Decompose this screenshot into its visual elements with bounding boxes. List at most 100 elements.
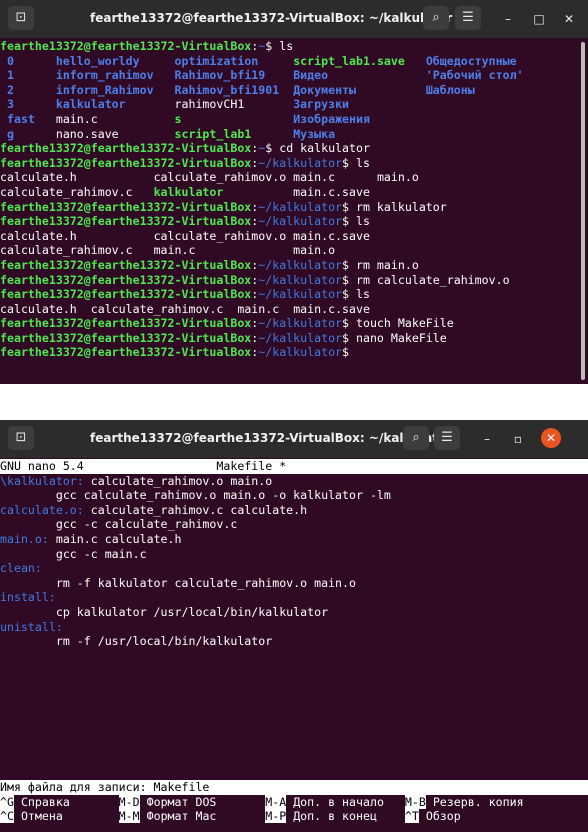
makefile-command: gcc -c main.c — [0, 546, 147, 561]
shortcut-key: ^G — [0, 794, 14, 809]
makefile-line: gcc -c main.c — [0, 547, 588, 562]
nano-header: GNU nano 5.4 Makefile * — [0, 459, 588, 474]
ls-entry: main.c.save — [293, 301, 370, 316]
ls-entry: Музыка — [293, 126, 426, 141]
makefile-target: calculate.o: — [0, 502, 84, 517]
prompt-path: ~/kalkulator — [258, 199, 343, 214]
ls-entry: Загрузки — [293, 97, 426, 112]
makefile-line: rm -f kalkulator calculate_rahimov.o mai… — [0, 576, 588, 591]
ls-entry: calculate.h — [0, 170, 154, 185]
prompt-user-host: fearthe13372@fearthe13372-VirtualBox — [0, 345, 252, 360]
shortcut-label: Обзор — [418, 809, 461, 824]
terminal-output[interactable]: fearthe13372@fearthe13372-VirtualBox:~$ … — [0, 38, 588, 384]
command-text: ls — [272, 39, 294, 53]
minimize-button[interactable]: – — [497, 8, 519, 30]
prompt-dollar: $ — [342, 214, 350, 229]
prompt-dollar: $ — [342, 287, 350, 302]
ls-entry: Шаблоны — [425, 82, 538, 97]
shortcut-label: Формат Mac — [139, 809, 266, 824]
ls-output-row: 0 hello_worldy optimization script_lab1.… — [0, 54, 588, 69]
filename-prompt[interactable]: Имя файла для записи: Makefile — [0, 780, 588, 795]
prompt-dollar: $ — [342, 199, 350, 214]
ls-entry: calculate.h — [0, 301, 91, 316]
new-tab-icon[interactable]: ⊡ — [8, 6, 34, 30]
ls-entry: optimization — [174, 53, 294, 68]
ls-output-row: 3 kalkulator rahimovCH1 Загрузки — [0, 97, 588, 112]
ls-entry: Изображения — [293, 111, 426, 126]
scrollbar[interactable] — [581, 42, 585, 380]
ls-entry: Общедоступные — [425, 53, 538, 68]
ls-entry: main.c — [293, 170, 377, 185]
ls-entry: kalkulator — [153, 184, 294, 199]
command-text: ls — [349, 155, 370, 170]
makefile-line: cp kalkulator /usr/local/bin/kalkulator — [0, 605, 588, 620]
ls-entry — [426, 127, 538, 141]
ls-entry: main.c.save — [293, 184, 377, 199]
ls-entry: calculate.h — [0, 228, 154, 243]
ls-entry: nano.save — [55, 126, 175, 141]
prompt-dollar: $ — [342, 345, 350, 360]
search-icon[interactable]: ⌕ — [403, 426, 429, 450]
prompt-path: ~/kalkulator — [258, 272, 343, 287]
makefile-target: install: — [0, 590, 56, 605]
prompt-line: fearthe13372@fearthe13372-VirtualBox:~/k… — [0, 345, 588, 360]
ls-entry: calculate_rahimov.c — [90, 301, 238, 316]
ls-entry: main.c — [237, 301, 294, 316]
window-title: fearthe13372@fearthe13372-VirtualBox: ~/… — [90, 431, 453, 445]
prompt-line: fearthe13372@fearthe13372-VirtualBox:~$ … — [0, 141, 588, 156]
close-button[interactable]: ✕ — [558, 8, 580, 30]
nano-editor[interactable]: GNU nano 5.4 Makefile * \kalkulator: cal… — [0, 458, 588, 832]
ls-entry: g — [0, 126, 56, 141]
makefile-command: rm -f kalkulator calculate_rahimov.o mai… — [0, 575, 356, 590]
ls-entry: inform_rahimov — [55, 68, 175, 83]
prompt-user-host: fearthe13372@fearthe13372-VirtualBox — [0, 39, 252, 53]
command-text: ls — [349, 214, 370, 229]
prompt-path: ~/kalkulator — [258, 214, 343, 229]
command-text: rm calculate_rahimov.o — [349, 272, 510, 287]
ls-entry: calculate_rahimov.o — [153, 228, 294, 243]
ls-output-row: g nano.save script_lab1 Музыка — [0, 127, 588, 142]
makefile-line: rm -f /usr/local/bin/kalkulator — [0, 634, 588, 649]
prompt-dollar: $ — [342, 155, 350, 170]
shortcut-label: Резерв. копия — [425, 794, 524, 809]
prompt-path: ~/kalkulator — [258, 155, 343, 170]
maximize-button[interactable]: ▫ — [507, 428, 529, 450]
prompt-user-host: fearthe13372@fearthe13372-VirtualBox — [0, 272, 252, 287]
makefile-target: unistall: — [0, 619, 63, 634]
prompt-dollar: $ — [342, 257, 350, 272]
nano-buffer[interactable]: \kalkulator: calculate_rahimov.o main.o … — [0, 474, 588, 649]
makefile-line: main.o: main.c calculate.h — [0, 532, 588, 547]
prompt-user-host: fearthe13372@fearthe13372-VirtualBox — [0, 287, 252, 302]
ls-entry: hello_worldy — [55, 53, 175, 68]
makefile-deps: calculate_rahimov.o main.o — [83, 473, 273, 488]
ls-entry: main.c — [55, 111, 175, 126]
prompt-path: ~/kalkulator — [258, 287, 343, 302]
shortcut-row: ^C Отмена M-M Формат Mac M-P Доп. в коне… — [0, 809, 588, 824]
command-text: touch MakeFile — [349, 316, 454, 331]
new-tab-icon[interactable]: ⊡ — [8, 426, 34, 450]
close-button[interactable]: ✕ — [541, 428, 561, 448]
prompt-dollar: $ — [342, 316, 350, 331]
shortcut-key: ^T — [404, 809, 419, 824]
ls-output-row: calculate.h calculate_rahimov.c main.c m… — [0, 302, 588, 317]
nano-version: GNU nano 5.4 — [0, 459, 84, 473]
minimize-button[interactable]: – — [476, 428, 498, 450]
menu-icon[interactable]: ☰ — [455, 6, 481, 30]
prompt-path: ~/kalkulator — [258, 345, 343, 360]
prompt-dollar: $ — [342, 272, 350, 287]
ls-entry: kalkulator — [55, 97, 175, 112]
maximize-button[interactable]: □ — [528, 8, 550, 30]
ls-output-row: fast main.c s Изображения — [0, 112, 588, 127]
makefile-line: \kalkulator: calculate_rahimov.o main.o — [0, 474, 588, 489]
ls-output-row: calculate_rahimov.c kalkulator main.c.sa… — [0, 185, 588, 200]
prompt-path: ~/kalkulator — [258, 257, 343, 272]
ls-entry: inform_Rahimov — [55, 82, 175, 97]
ls-entry: fast — [0, 111, 56, 126]
shortcut-key: M-M — [118, 809, 140, 824]
makefile-line: gcc -c calculate_rahimov.c — [0, 517, 588, 532]
ls-entry: main.c.save — [293, 228, 377, 243]
search-icon[interactable]: ⌕ — [423, 6, 449, 30]
makefile-line: clean: — [0, 561, 588, 576]
menu-icon[interactable]: ☰ — [434, 426, 460, 450]
prompt-line: fearthe13372@fearthe13372-VirtualBox:~$ … — [0, 39, 588, 54]
